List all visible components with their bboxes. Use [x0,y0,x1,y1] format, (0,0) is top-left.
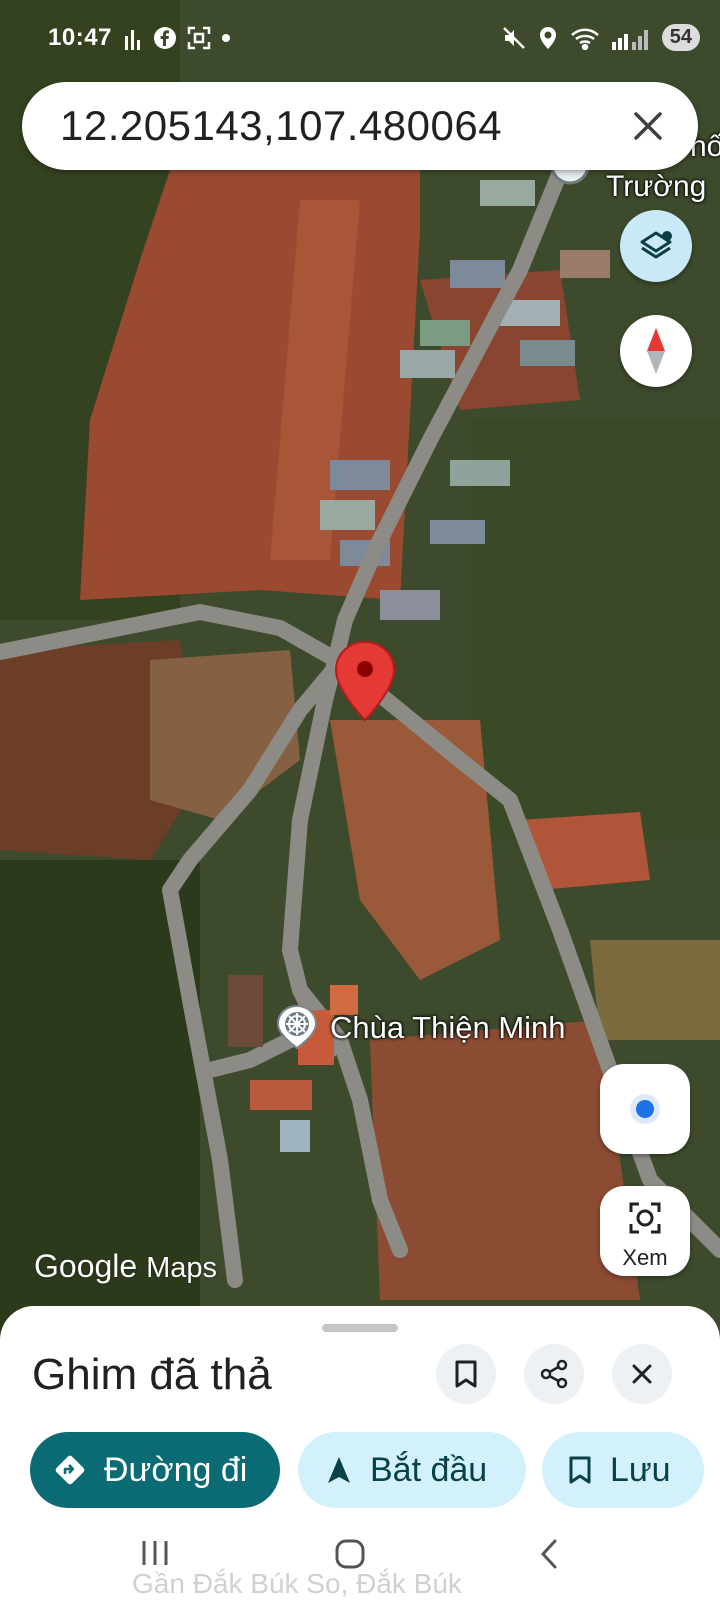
signal-bars-icon [125,30,140,50]
logo-google: Google [34,1248,138,1284]
start-button[interactable]: Bắt đầu [298,1432,526,1508]
navigation-arrow-icon [328,1457,350,1483]
layers-icon [640,231,672,259]
google-maps-logo: Google Maps [34,1248,217,1285]
location-icon [539,26,556,49]
facebook-icon [154,27,176,49]
sheet-title: Ghim đã thả [32,1350,272,1399]
system-nav-bar [0,1510,720,1600]
bookmark-icon [455,1360,477,1388]
save-label: Lưu [610,1450,671,1489]
dharma-wheel-icon[interactable] [274,1004,320,1050]
dot-icon [222,34,230,42]
status-bar: 10:47 54 [0,0,720,80]
directions-label: Đường đi [104,1450,248,1489]
battery-indicator: 54 [661,24,700,51]
search-bar[interactable]: 12.205143,107.480064 [22,82,698,170]
my-location-button[interactable] [600,1064,690,1154]
place-label-truong: Trường [606,170,707,203]
view-button[interactable]: Xem [600,1186,690,1276]
my-location-icon [630,1094,660,1124]
close-icon[interactable] [626,104,670,148]
back-icon[interactable] [538,1538,560,1570]
compass-button[interactable] [620,315,692,387]
cell-signal-icon [611,29,648,50]
bookmark-icon [569,1456,591,1484]
share-icon [540,1359,568,1389]
directions-button[interactable]: Đường đi [30,1432,280,1508]
compass-icon [647,328,665,374]
view-button-label: Xem [622,1245,668,1270]
close-sheet-button[interactable] [612,1344,672,1404]
directions-icon [55,1455,85,1485]
home-icon[interactable] [334,1538,366,1570]
poi-label[interactable]: Chùa Thiện Minh [330,1010,566,1046]
search-query[interactable]: 12.205143,107.480064 [60,102,502,150]
camera-lens-icon [629,1202,661,1234]
share-button[interactable] [524,1344,584,1404]
screenshot-icon [187,26,211,50]
sheet-drag-handle[interactable] [322,1324,398,1332]
save-button[interactable]: Lưu [542,1432,704,1508]
wifi-icon [570,28,599,50]
save-bookmark-button[interactable] [436,1344,496,1404]
start-label: Bắt đầu [370,1450,488,1489]
status-time: 10:47 [48,24,112,51]
layers-button[interactable] [620,210,692,282]
recent-apps-icon[interactable] [140,1538,170,1568]
mute-icon [502,26,525,49]
logo-maps: Maps [146,1252,217,1284]
close-icon [632,1364,652,1384]
